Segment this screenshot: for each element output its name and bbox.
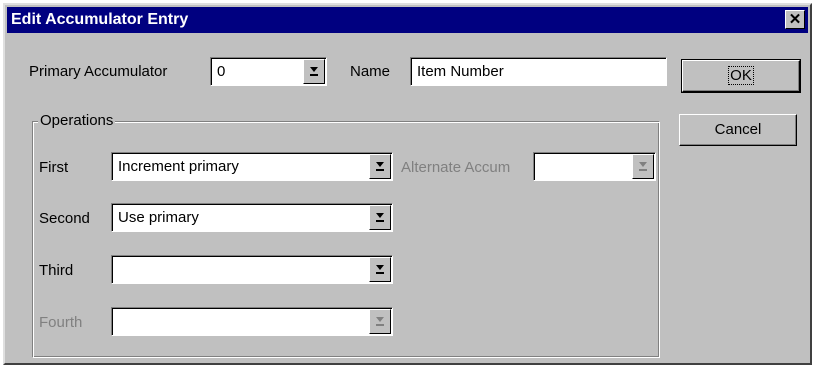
title-bar: Edit Accumulator Entry ✕ <box>7 7 808 33</box>
dropdown-arrow-disabled-icon <box>639 162 647 171</box>
name-value: Item Number <box>417 63 504 80</box>
third-label: Third <box>39 262 74 279</box>
primary-accumulator-select[interactable]: 0 <box>210 57 327 86</box>
primary-accumulator-value: 0 <box>217 63 226 80</box>
ok-button[interactable]: OK <box>681 59 801 93</box>
alternate-accum-dropdown-button <box>632 154 654 179</box>
first-operation-select[interactable]: Increment primary <box>111 152 393 181</box>
alternate-accum-select <box>533 152 656 181</box>
dropdown-arrow-icon <box>376 265 384 274</box>
primary-accumulator-dropdown-button[interactable] <box>303 59 325 84</box>
cancel-button[interactable]: Cancel <box>679 114 797 146</box>
name-input[interactable]: Item Number <box>410 57 667 86</box>
second-operation-select[interactable]: Use primary <box>111 203 393 232</box>
ok-label: OK <box>728 66 754 85</box>
fourth-operation-select <box>111 307 393 336</box>
edit-accumulator-dialog: Edit Accumulator Entry ✕ Primary Accumul… <box>3 3 812 365</box>
name-label: Name <box>350 63 391 80</box>
primary-accumulator-label: Primary Accumulator <box>29 63 168 80</box>
fourth-label: Fourth <box>39 314 83 331</box>
dropdown-arrow-icon <box>310 67 318 76</box>
second-operation-value: Use primary <box>118 209 199 226</box>
alternate-accum-label: Alternate Accum <box>401 159 511 176</box>
third-operation-dropdown-button[interactable] <box>369 257 391 282</box>
cancel-label: Cancel <box>714 121 762 138</box>
dropdown-arrow-disabled-icon <box>376 317 384 326</box>
operations-legend: Operations <box>38 112 116 129</box>
close-icon: ✕ <box>788 11 802 28</box>
third-operation-select[interactable] <box>111 255 393 284</box>
dialog-title: Edit Accumulator Entry <box>11 11 189 28</box>
second-label: Second <box>39 210 90 227</box>
close-button[interactable]: ✕ <box>785 10 805 29</box>
first-operation-value: Increment primary <box>118 158 239 175</box>
first-label: First <box>39 159 69 176</box>
fourth-operation-dropdown-button <box>369 309 391 334</box>
dropdown-arrow-icon <box>376 213 384 222</box>
first-operation-dropdown-button[interactable] <box>369 154 391 179</box>
second-operation-dropdown-button[interactable] <box>369 205 391 230</box>
dropdown-arrow-icon <box>376 162 384 171</box>
